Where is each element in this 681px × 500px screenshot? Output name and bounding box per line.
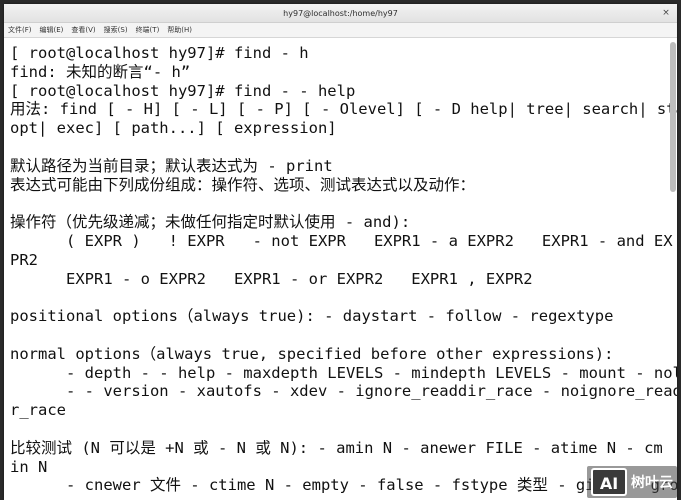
terminal-line: 表达式可能由下列成份组成：操作符、选项、测试表达式以及动作： <box>10 175 476 194</box>
terminal-line: 比较测试 (N 可以是 +N 或 - N 或 N): - amin N - an… <box>10 438 663 457</box>
terminal-output[interactable]: [ root@localhost hy97]# find - h find: 未… <box>4 39 677 500</box>
watermark-text: 树叶云 <box>631 475 673 491</box>
terminal-line: 用法: find [ - H] [ - L] [ - P] [ - Olevel… <box>10 100 677 119</box>
watermark: AI 树叶云 <box>587 466 677 498</box>
terminal-line: 默认路径为当前目录；默认表达式为 - print <box>10 156 333 175</box>
terminal-line: ( EXPR ) ! EXPR - not EXPR EXPR1 - a EXP… <box>10 231 673 250</box>
terminal-line: positional options（always true): - dayst… <box>10 307 614 326</box>
terminal-line: in N <box>10 457 48 476</box>
terminal-line: EXPR1 - o EXPR2 EXPR1 - or EXPR2 EXPR1 ,… <box>10 269 533 288</box>
title-bar[interactable]: hy97@localhost:/home/hy97 × <box>4 4 677 23</box>
terminal-line: - cnewer 文件 - ctime N - empty - false - … <box>10 476 677 495</box>
terminal-line: - depth - - help - maxdepth LEVELS - min… <box>10 363 677 382</box>
terminal-line: 操作符（优先级递减；未做任何指定时默认使用 - and): <box>10 213 411 232</box>
close-icon[interactable]: × <box>661 8 671 18</box>
terminal-line: [ root@localhost hy97]# find - h <box>10 44 309 62</box>
terminal-window: hy97@localhost:/home/hy97 × 文件(F) 编辑(E) … <box>4 4 677 500</box>
menu-view[interactable]: 查看(V) <box>71 25 95 35</box>
menu-terminal[interactable]: 终端(T) <box>136 25 160 35</box>
terminal-line: r_race <box>10 401 66 420</box>
terminal-line: opt| exec] [ path...] [ expression] <box>10 119 337 138</box>
terminal-scrollbar[interactable] <box>670 42 676 192</box>
menu-search[interactable]: 搜索(S) <box>104 25 128 35</box>
menu-file[interactable]: 文件(F) <box>8 25 32 35</box>
menu-edit[interactable]: 编辑(E) <box>40 25 64 35</box>
window-title: hy97@localhost:/home/hy97 <box>283 8 398 18</box>
menu-bar: 文件(F) 编辑(E) 查看(V) 搜索(S) 终端(T) 帮助(H) <box>4 23 677 38</box>
terminal-line: normal options（always true, specified be… <box>10 344 614 363</box>
watermark-logo-icon: AI <box>591 468 627 496</box>
terminal-line: - - version - xautofs - xdev - ignore_re… <box>10 382 677 401</box>
terminal-line: PR2 <box>10 250 38 269</box>
menu-help[interactable]: 帮助(H) <box>167 25 192 35</box>
terminal-line: find: 未知的断言“- h” <box>10 62 191 81</box>
terminal-line: [ root@localhost hy97]# find - - help <box>10 81 356 100</box>
